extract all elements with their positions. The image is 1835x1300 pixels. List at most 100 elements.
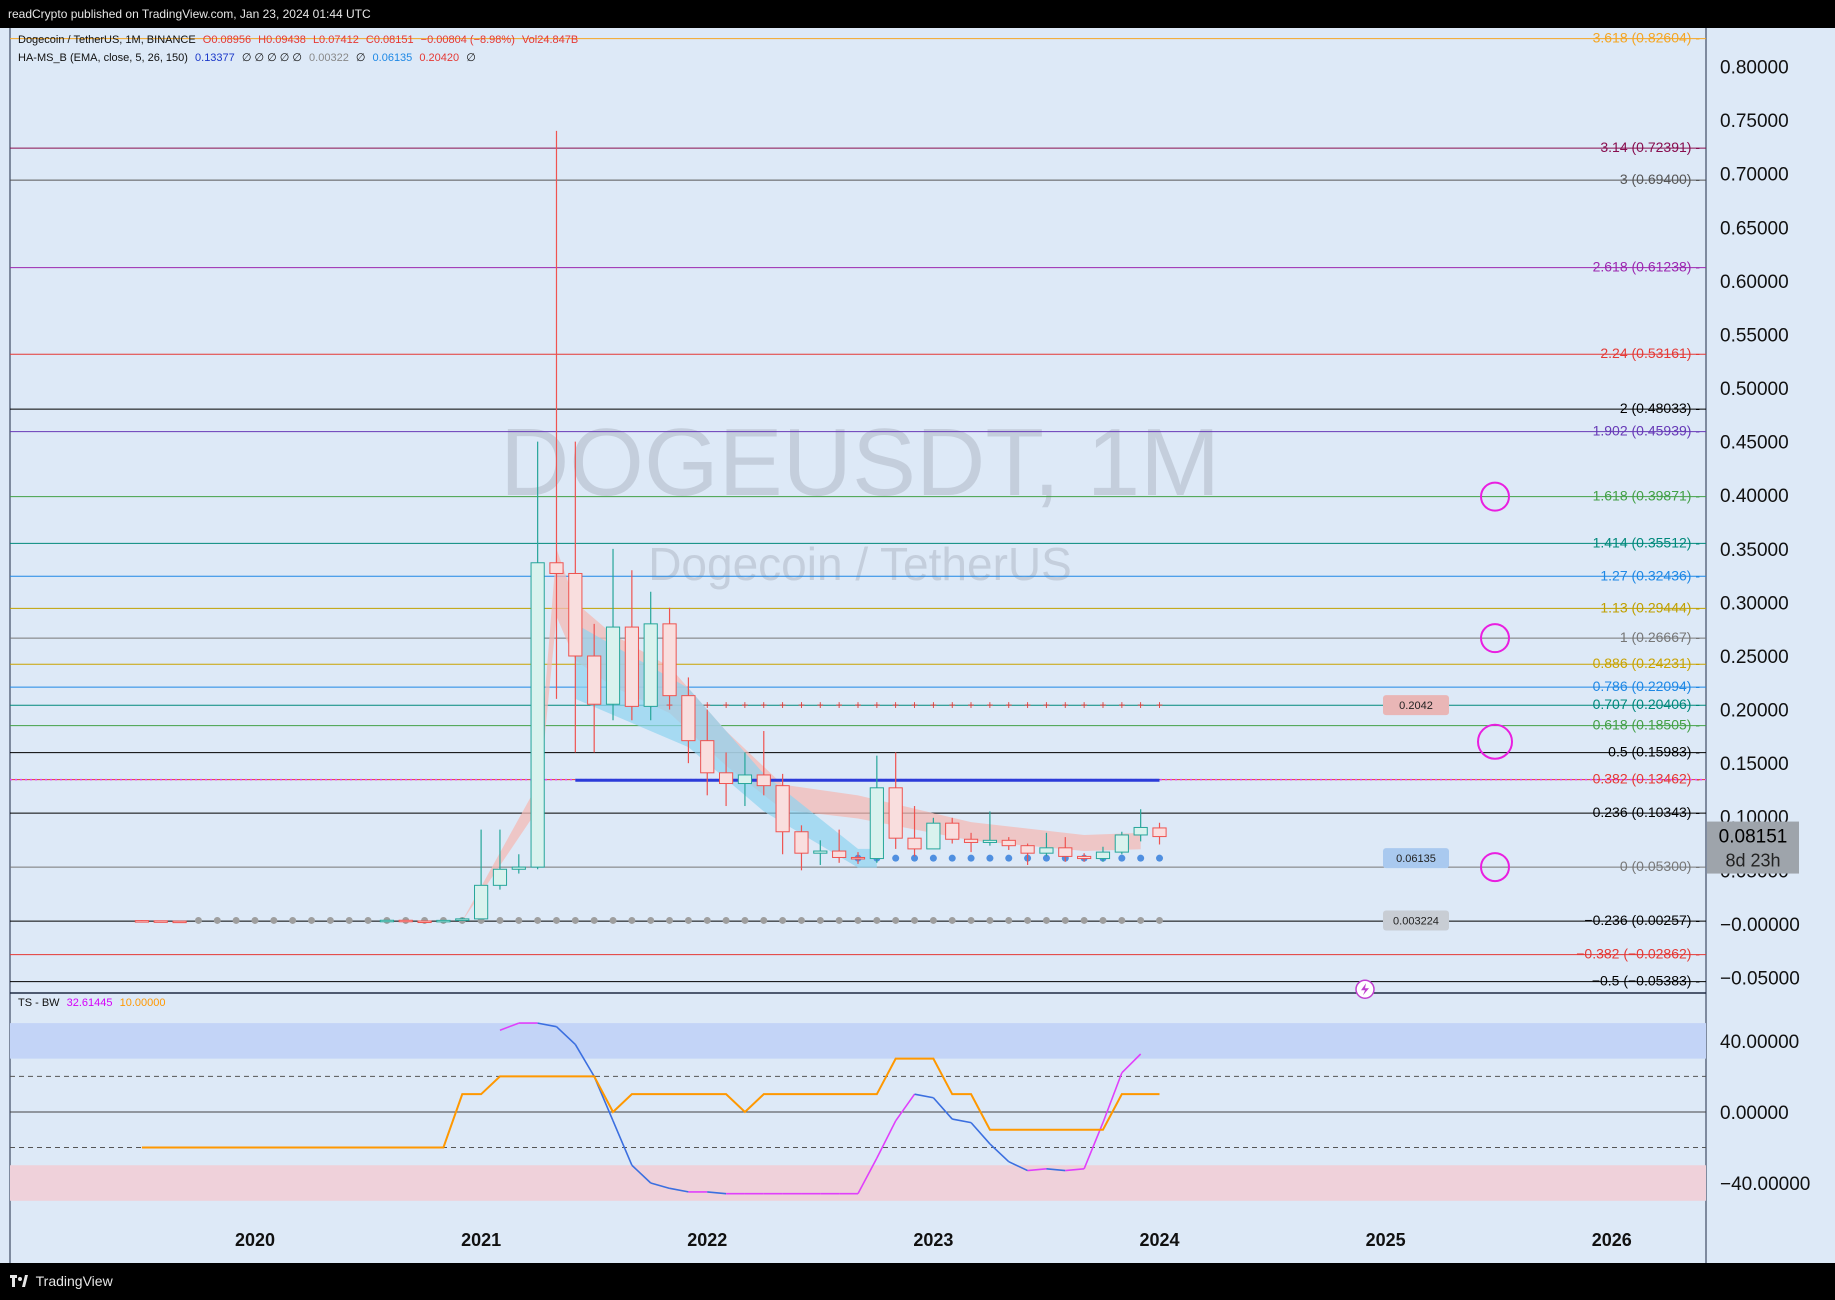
candle-body bbox=[982, 839, 998, 843]
legend-low: L0.07412 bbox=[312, 34, 359, 46]
level-cross-marker: + bbox=[949, 698, 956, 712]
chart-background bbox=[0, 28, 1835, 1263]
candle-body bbox=[869, 787, 884, 860]
level-dot-marker bbox=[571, 916, 579, 924]
level-dot-marker bbox=[364, 916, 372, 924]
level-dot-marker bbox=[703, 916, 711, 924]
main-legend: Dogecoin / TetherUS, 1M, BINANCE O0.0895… bbox=[18, 34, 582, 46]
level-dot-marker bbox=[948, 916, 956, 924]
fib-label: 1.414 (0.35512) - bbox=[1593, 534, 1701, 550]
fib-label: 0.707 (0.20406) - bbox=[1593, 696, 1701, 712]
candle-body bbox=[813, 850, 828, 854]
level-dot-marker bbox=[326, 916, 334, 924]
level-dot-marker bbox=[345, 916, 353, 924]
candle-body bbox=[850, 856, 866, 860]
level-dot-marker bbox=[666, 916, 674, 924]
price-axis-tick: 0.70000 bbox=[1720, 165, 1789, 186]
candle-body bbox=[945, 822, 960, 840]
level-dot-marker bbox=[289, 916, 297, 924]
level-dot-marker bbox=[1005, 916, 1013, 924]
candle-body bbox=[492, 868, 508, 886]
candle-body bbox=[1001, 839, 1016, 847]
watermark-subtitle: Dogecoin / TetherUS bbox=[648, 538, 1072, 590]
level-cross-marker: + bbox=[1081, 698, 1088, 712]
fib-label: 2.24 (0.53161) - bbox=[1600, 345, 1700, 361]
level-dot-marker bbox=[892, 854, 900, 862]
candle-body bbox=[474, 884, 489, 920]
indicator-value-7: ∅ bbox=[466, 52, 476, 64]
level-cross-marker: + bbox=[1005, 698, 1012, 712]
level-dot-marker bbox=[760, 916, 768, 924]
fib-label: 1.13 (0.29444) - bbox=[1600, 599, 1700, 615]
oscillator-name: TS - BW bbox=[18, 997, 60, 1009]
candle-body bbox=[379, 919, 394, 923]
oscillator-axis-tick: 40.00000 bbox=[1720, 1032, 1799, 1053]
indicator-legend: HA-MS_B (EMA, close, 5, 26, 150) 0.13377… bbox=[18, 51, 480, 64]
level-cross-marker: + bbox=[892, 698, 899, 712]
level-dot-marker bbox=[929, 854, 937, 862]
time-axis-tick: 2021 bbox=[461, 1230, 501, 1250]
fib-label: 0.5 (0.15983) - bbox=[1608, 744, 1700, 760]
price-axis-tick: 0.80000 bbox=[1720, 58, 1789, 79]
price-axis-tick: 0.50000 bbox=[1720, 379, 1789, 400]
level-cross-marker: + bbox=[798, 698, 805, 712]
price-axis-tick: −0.05000 bbox=[1720, 968, 1800, 989]
fib-label: 1.618 (0.39871) - bbox=[1593, 488, 1701, 504]
tradingview-frame: readCrypto published on TradingView.com,… bbox=[0, 0, 1835, 1299]
price-axis-tick: 0.20000 bbox=[1720, 701, 1789, 722]
price-axis-tick: 0.30000 bbox=[1720, 593, 1789, 614]
candle-body bbox=[153, 920, 168, 923]
candle-body bbox=[775, 785, 790, 833]
price-chart[interactable]: DOGEUSDT, 1M Dogecoin / TetherUS 3.618 (0.… bbox=[0, 0, 1835, 1299]
fib-label: 3.618 (0.82604) - bbox=[1593, 30, 1701, 46]
level-cross-marker: + bbox=[723, 698, 730, 712]
level-dot-marker bbox=[967, 854, 975, 862]
level-dot-marker bbox=[609, 916, 617, 924]
level-dot-marker bbox=[270, 916, 278, 924]
level-dot-marker bbox=[515, 916, 523, 924]
level-cross-marker: + bbox=[873, 698, 880, 712]
level-dot-marker bbox=[854, 916, 862, 924]
indicator-value-2: ∅ ∅ ∅ ∅ ∅ bbox=[241, 52, 302, 64]
brand-bar: TradingView bbox=[0, 1263, 1835, 1299]
level-dot-marker bbox=[1118, 854, 1126, 862]
level-dot-marker bbox=[496, 916, 504, 924]
level-dot-marker bbox=[1024, 916, 1032, 924]
legend-high: H0.09438 bbox=[258, 34, 306, 46]
level-cross-marker: + bbox=[741, 698, 748, 712]
legend-open: O0.08956 bbox=[202, 34, 252, 46]
candle-body bbox=[718, 772, 734, 785]
level-cross-marker: + bbox=[817, 698, 824, 712]
price-axis-tick: 0.75000 bbox=[1720, 111, 1789, 132]
candle-body bbox=[756, 774, 771, 787]
candle-body bbox=[398, 919, 413, 923]
candle-body bbox=[172, 920, 187, 924]
fib-label: 0 (0.05300) - bbox=[1620, 858, 1700, 874]
level-dot-marker bbox=[232, 916, 240, 924]
level-dot-marker bbox=[929, 916, 937, 924]
level-cross-marker: + bbox=[854, 698, 861, 712]
price-axis-tick: 0.45000 bbox=[1720, 433, 1789, 454]
level-cross-marker: + bbox=[760, 698, 767, 712]
candle-body bbox=[888, 787, 903, 839]
level-dot-marker bbox=[684, 916, 692, 924]
fib-label: 0.786 (0.22094) - bbox=[1593, 678, 1701, 694]
price-axis-tick: 0.60000 bbox=[1720, 272, 1789, 293]
candle-body bbox=[1077, 855, 1092, 860]
level-dot-marker bbox=[1156, 916, 1164, 924]
level-dot-marker bbox=[1137, 854, 1145, 862]
level-dot-marker bbox=[892, 916, 900, 924]
fib-label: 1.27 (0.32436) - bbox=[1600, 567, 1700, 583]
price-axis-tick: 0.15000 bbox=[1720, 754, 1789, 775]
fib-label: 1 (0.26667) - bbox=[1620, 629, 1700, 645]
level-dot-marker bbox=[590, 916, 598, 924]
level-dot-marker bbox=[797, 916, 805, 924]
candle-body bbox=[624, 626, 639, 707]
candle-body bbox=[832, 850, 847, 858]
price-axis-tick: 0.25000 bbox=[1720, 647, 1789, 668]
candle-body bbox=[926, 822, 941, 850]
time-axis-tick: 2022 bbox=[687, 1230, 727, 1250]
level-dot-marker bbox=[308, 916, 316, 924]
level-dot-marker bbox=[1061, 916, 1069, 924]
level-dot-marker bbox=[647, 916, 655, 924]
